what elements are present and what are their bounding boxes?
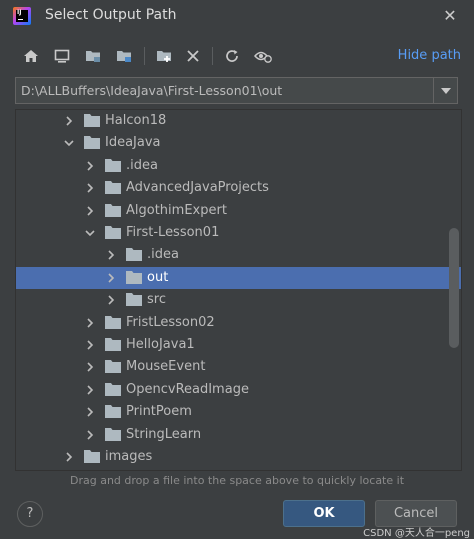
tree-row[interactable]: PrintPoem xyxy=(16,401,461,423)
folder-icon xyxy=(84,450,100,463)
folder-icon xyxy=(105,338,121,351)
folder-icon xyxy=(105,181,121,195)
chevron-down-icon[interactable] xyxy=(433,78,457,103)
folder-icon xyxy=(105,360,121,374)
ok-button[interactable]: OK xyxy=(283,500,365,527)
tree-row-label: MouseEvent xyxy=(126,359,206,375)
watermark: CSDN @天人合一peng xyxy=(363,528,470,539)
tree-row[interactable]: .idea xyxy=(16,244,461,266)
tree-row-label: StringLearn xyxy=(126,426,202,442)
refresh-icon[interactable] xyxy=(222,46,242,66)
cancel-button[interactable]: Cancel xyxy=(375,500,457,527)
tree-row-label: HelloJava1 xyxy=(126,337,195,352)
tree-row[interactable]: First-Lesson01 xyxy=(16,222,461,244)
desktop-icon[interactable] xyxy=(52,46,72,66)
delete-icon[interactable] xyxy=(183,46,203,66)
toolbar-separator xyxy=(144,47,145,65)
intellij-app-icon xyxy=(13,7,31,25)
chevron-right-icon[interactable] xyxy=(106,250,116,260)
chevron-right-icon[interactable] xyxy=(64,116,74,126)
new-folder-icon[interactable] xyxy=(154,46,174,66)
chevron-right-icon[interactable] xyxy=(85,407,95,417)
tree-row[interactable]: OpencvReadImage xyxy=(16,379,461,401)
path-combo xyxy=(15,77,458,104)
chevron-right-icon[interactable] xyxy=(85,183,95,193)
help-button[interactable]: ? xyxy=(17,501,43,527)
folder-icon xyxy=(105,427,121,441)
close-icon[interactable]: ✕ xyxy=(440,6,460,26)
tree-row-label: PrintPoem xyxy=(126,404,192,420)
tree-row[interactable]: out xyxy=(16,266,461,289)
folder-icon xyxy=(105,226,121,239)
tree-row-label: AdvancedJavaProjects xyxy=(126,180,269,196)
toolbar: Hide path xyxy=(0,42,474,72)
chevron-right-icon[interactable] xyxy=(106,295,116,305)
tree-row-label: IdeaJava xyxy=(105,135,161,151)
chevron-down-icon[interactable] xyxy=(85,228,95,238)
folder-icon xyxy=(105,382,121,396)
chevron-right-icon[interactable] xyxy=(64,452,74,462)
folder-icon xyxy=(105,203,121,217)
tree-row[interactable]: MouseEvent xyxy=(16,356,461,378)
tree-row-label: .idea xyxy=(126,157,158,173)
home-icon[interactable] xyxy=(21,46,41,66)
folder-icon xyxy=(126,248,142,262)
folder-icon xyxy=(84,136,100,150)
tree-row[interactable]: AlgothimExpert xyxy=(16,200,461,222)
tree-scrollbar[interactable] xyxy=(449,228,459,348)
tree-row-label: FristLesson02 xyxy=(126,314,215,330)
chevron-right-icon[interactable] xyxy=(85,318,95,328)
folder-icon xyxy=(105,405,121,419)
chevron-right-icon[interactable] xyxy=(85,362,95,372)
chevron-right-icon[interactable] xyxy=(106,273,116,283)
show-hidden-icon[interactable] xyxy=(253,46,273,66)
tree-row[interactable]: Halcon18 xyxy=(16,110,461,132)
tree-row-label: Halcon18 xyxy=(105,113,167,128)
chevron-right-icon[interactable] xyxy=(85,385,95,395)
window-title: Select Output Path xyxy=(45,7,177,23)
chevron-right-icon[interactable] xyxy=(85,340,95,350)
tree-row-label: out xyxy=(147,269,169,285)
tree-row-label: src xyxy=(147,292,166,308)
tree-row-label: AlgothimExpert xyxy=(126,202,227,218)
tree-row[interactable]: AdvancedJavaProjects xyxy=(16,177,461,199)
tree-row[interactable]: StringLearn xyxy=(16,424,461,446)
tree-row[interactable]: FristLesson02 xyxy=(16,312,461,334)
folder-icon xyxy=(126,293,142,307)
path-input[interactable] xyxy=(16,78,433,103)
tree-row-label: images xyxy=(105,449,153,464)
folder-icon xyxy=(126,270,142,284)
chevron-right-icon[interactable] xyxy=(85,430,95,440)
project-folder-icon[interactable] xyxy=(83,46,103,66)
tree-row[interactable]: images xyxy=(16,446,461,468)
chevron-right-icon[interactable] xyxy=(85,206,95,216)
tree-row-label: OpencvReadImage xyxy=(126,381,249,397)
tree-row[interactable]: src xyxy=(16,289,461,311)
folder-icon xyxy=(105,315,121,329)
tree-row-label: .idea xyxy=(147,247,179,263)
toolbar-separator xyxy=(212,47,213,65)
module-folder-icon[interactable] xyxy=(114,46,134,66)
tree-row[interactable]: HelloJava1 xyxy=(16,334,461,356)
tree-row[interactable]: IdeaJava xyxy=(16,132,461,154)
folder-icon xyxy=(84,114,100,127)
tree-row[interactable]: .idea xyxy=(16,155,461,177)
chevron-down-icon[interactable] xyxy=(64,138,74,148)
chevron-right-icon[interactable] xyxy=(85,161,95,171)
title-bar: Select Output Path ✕ xyxy=(0,0,474,34)
hide-path-link[interactable]: Hide path xyxy=(398,48,461,63)
folder-icon xyxy=(105,158,121,172)
directory-tree[interactable]: Halcon18 IdeaJava .idea AdvancedJavaProject… xyxy=(15,109,462,471)
tree-row-label: First-Lesson01 xyxy=(126,225,220,240)
drag-drop-hint: Drag and drop a file into the space abov… xyxy=(69,474,405,487)
